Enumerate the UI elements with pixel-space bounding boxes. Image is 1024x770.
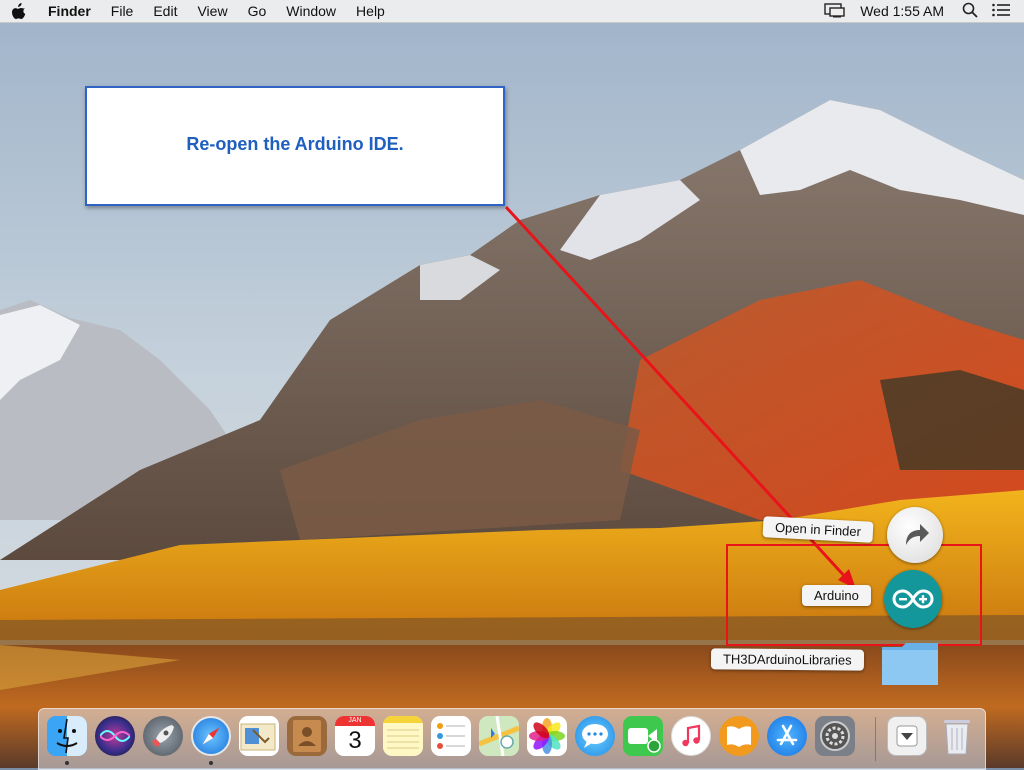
callout-text: Re-open the Arduino IDE. bbox=[186, 133, 404, 154]
calendar-icon[interactable]: JAN 3 bbox=[335, 716, 375, 756]
instruction-callout: Re-open the Arduino IDE. bbox=[85, 86, 505, 206]
maps-icon[interactable] bbox=[479, 716, 519, 756]
menu-edit[interactable]: Edit bbox=[143, 0, 187, 22]
menu-view[interactable]: View bbox=[187, 0, 237, 22]
folder-icon[interactable] bbox=[880, 641, 940, 687]
calendar-day: 3 bbox=[348, 727, 362, 754]
dock-separator bbox=[875, 717, 876, 761]
stack-item-arduino-label[interactable]: Arduino bbox=[802, 585, 871, 606]
stack-chevron-icon[interactable] bbox=[887, 716, 927, 756]
menu-window[interactable]: Window bbox=[276, 0, 346, 22]
notification-center-icon[interactable] bbox=[992, 3, 1010, 20]
dock: JAN 3 bbox=[38, 708, 986, 770]
finder-running-indicator bbox=[65, 761, 69, 765]
safari-icon[interactable] bbox=[191, 716, 231, 756]
display-mirroring-icon[interactable] bbox=[822, 2, 846, 21]
arduino-app-icon[interactable] bbox=[884, 570, 942, 628]
menu-app-finder[interactable]: Finder bbox=[38, 0, 101, 22]
ibooks-icon[interactable] bbox=[719, 716, 759, 756]
facetime-icon[interactable] bbox=[623, 716, 663, 756]
menu-help[interactable]: Help bbox=[346, 0, 395, 22]
mail-icon[interactable] bbox=[239, 716, 279, 756]
menu-extras: Wed 1:55 AM bbox=[808, 0, 1024, 22]
menu-bar: Finder File Edit View Go Window Help Wed… bbox=[0, 0, 1024, 23]
spotlight-search-icon[interactable] bbox=[962, 2, 978, 21]
menu-clock[interactable]: Wed 1:55 AM bbox=[860, 3, 944, 19]
menu-go[interactable]: Go bbox=[238, 0, 277, 22]
safari-running-indicator bbox=[209, 761, 213, 765]
stack-item-th3d-libraries-label[interactable]: TH3DArduinoLibraries bbox=[710, 648, 864, 671]
notes-icon[interactable] bbox=[383, 716, 423, 756]
trash-icon[interactable] bbox=[937, 716, 977, 756]
system-preferences-icon[interactable] bbox=[815, 716, 855, 756]
finder-icon[interactable] bbox=[47, 716, 87, 756]
menu-file[interactable]: File bbox=[101, 0, 144, 22]
apple-icon[interactable] bbox=[0, 3, 38, 19]
contacts-icon[interactable] bbox=[287, 716, 327, 756]
open-in-finder-arrow-icon[interactable] bbox=[887, 507, 943, 563]
photos-icon[interactable] bbox=[527, 716, 567, 756]
app-store-icon[interactable] bbox=[767, 716, 807, 756]
siri-icon[interactable] bbox=[95, 716, 135, 756]
messages-icon[interactable] bbox=[575, 716, 615, 756]
reminders-icon[interactable] bbox=[431, 716, 471, 756]
calendar-month: JAN bbox=[335, 716, 375, 726]
launchpad-icon[interactable] bbox=[143, 716, 183, 756]
itunes-icon[interactable] bbox=[671, 716, 711, 756]
